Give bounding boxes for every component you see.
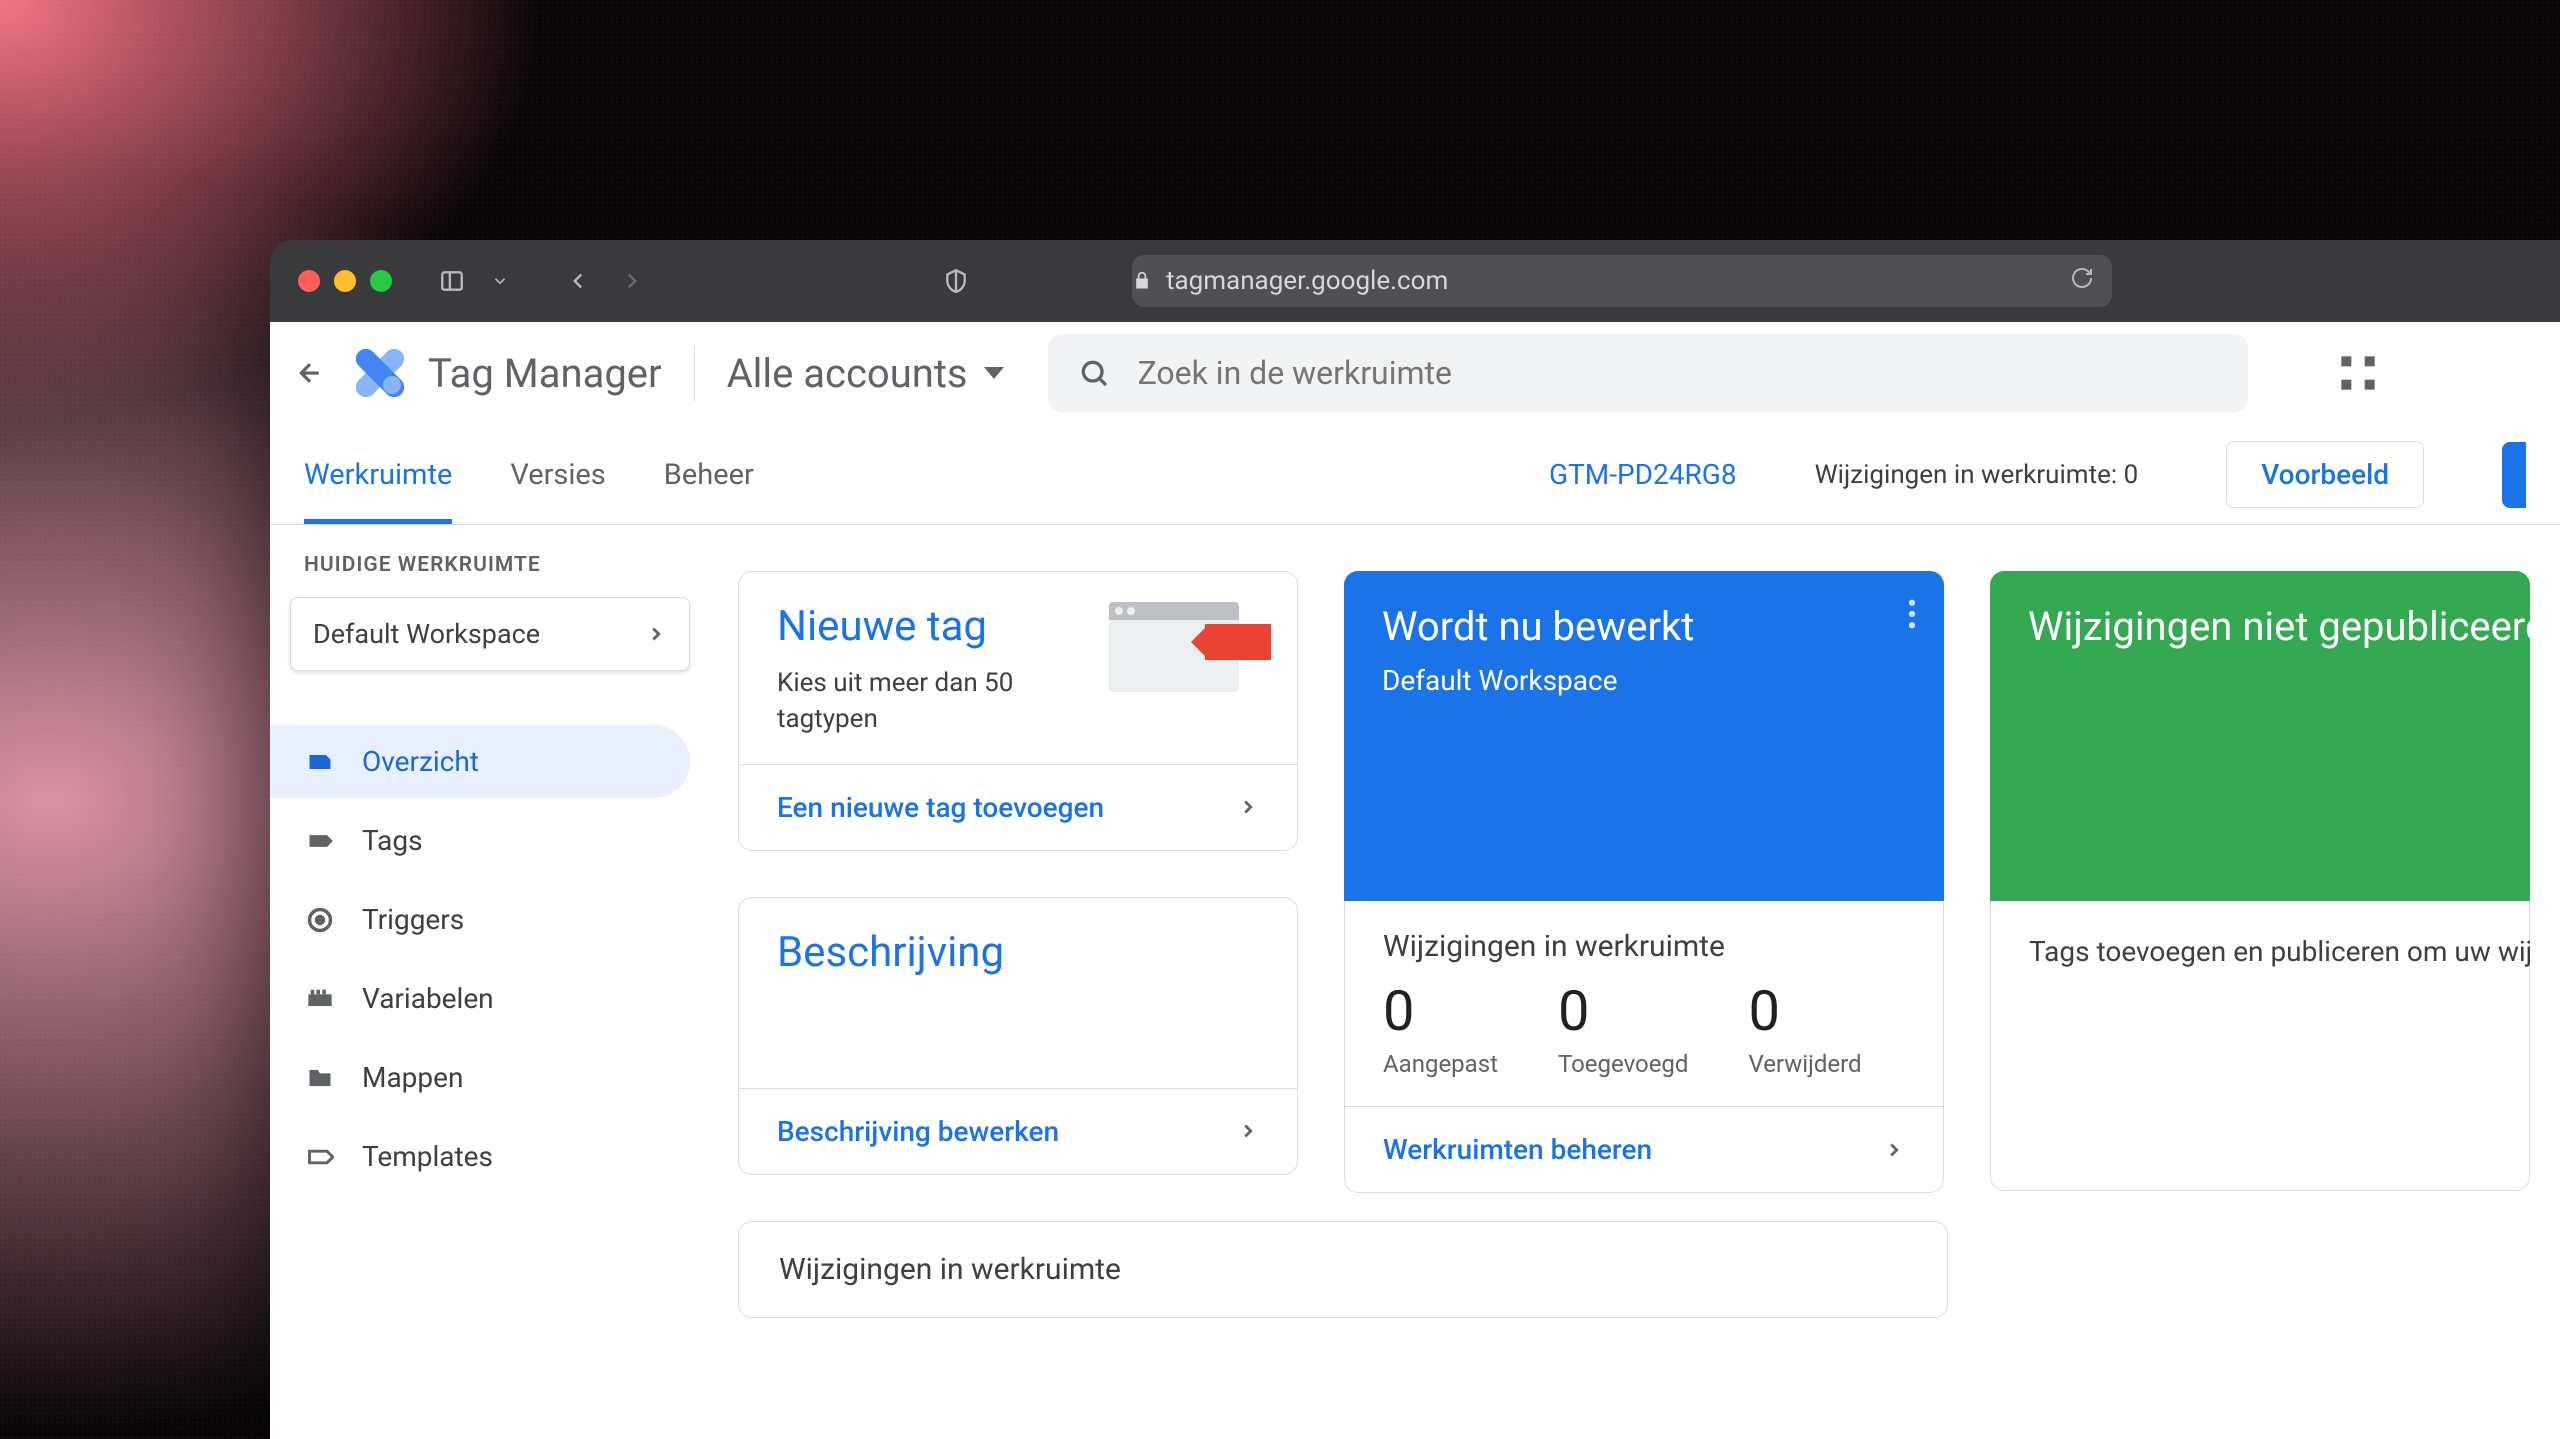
url-text: tagmanager.google.com	[1166, 266, 1448, 296]
action-label: Een nieuwe tag toevoegen	[777, 791, 1104, 824]
sidebar-item-label: Variabelen	[362, 982, 494, 1015]
reload-icon[interactable]	[2070, 266, 2094, 297]
stat-added: 0 Toegevoegd	[1558, 978, 1689, 1078]
stat-value: 0	[1558, 978, 1689, 1044]
action-label: Beschrijving bewerken	[777, 1115, 1059, 1148]
tag-illustration-icon	[1109, 602, 1259, 702]
chevron-right-icon	[1883, 1139, 1905, 1161]
search-bar[interactable]	[1048, 334, 2248, 412]
tab-row: Werkruimte Versies Beheer GTM-PD24RG8 Wi…	[270, 425, 2560, 525]
sidebar-nav: Overzicht Tags Triggers Variabelen	[270, 701, 710, 1193]
search-icon	[1078, 357, 1110, 389]
sidebar-item-label: Tags	[362, 824, 423, 857]
app-title: Tag Manager	[428, 350, 662, 397]
overview-icon	[304, 746, 336, 778]
stat-label: Verwijderd	[1748, 1050, 1861, 1078]
new-tag-card: Nieuwe tag Kies uit meer dan 50 tagtypen…	[738, 571, 1298, 851]
manage-workspaces-button[interactable]: Werkruimten beheren	[1345, 1106, 1943, 1192]
unpublished-body: Tags toevoegen en publiceren om uw wijzi…	[1991, 901, 2529, 1003]
sidebar-item-label: Templates	[362, 1140, 493, 1173]
sidebar-item-templates[interactable]: Templates	[270, 1120, 690, 1193]
sidebar-item-tags[interactable]: Tags	[270, 804, 690, 877]
stat-label: Toegevoegd	[1558, 1050, 1689, 1078]
sidebar: HUIDIGE WERKRUIMTE Default Workspace Ove…	[270, 525, 710, 1439]
workspace-name: Default Workspace	[313, 618, 540, 650]
app-root: Tag Manager Alle accounts Werkruimte Ver…	[270, 322, 2560, 1439]
shield-icon[interactable]	[938, 263, 974, 299]
tag-icon	[304, 825, 336, 857]
workspace-selector[interactable]: Default Workspace	[290, 597, 690, 671]
card-subtitle: Kies uit meer dan 50 tagtypen	[777, 665, 1089, 738]
sidebar-section-label: HUIDIGE WERKRUIMTE	[270, 553, 710, 597]
back-icon[interactable]	[560, 263, 596, 299]
tab-workspace[interactable]: Werkruimte	[304, 425, 452, 524]
minimize-window-icon[interactable]	[334, 270, 356, 292]
unpublished-card-wrapper: Wijzigingen niet gepubliceerd Tags toevo…	[1990, 571, 2530, 1191]
trigger-icon	[304, 904, 336, 936]
apps-grid-icon[interactable]	[2338, 353, 2378, 393]
stat-value: 0	[1748, 978, 1861, 1044]
chevron-right-icon	[1237, 1120, 1259, 1142]
template-icon	[304, 1141, 336, 1173]
stats-title: Wijzigingen in werkruimte	[1383, 929, 1905, 964]
browser-window: tagmanager.google.com Ta	[270, 240, 2560, 1439]
tab-versions[interactable]: Versies	[510, 425, 605, 524]
account-selector[interactable]: Alle accounts	[727, 350, 1004, 397]
card-title: Wijzigingen niet gepubliceerd	[2028, 603, 2492, 650]
card-title: Wordt nu bewerkt	[1382, 603, 1906, 650]
forward-icon	[614, 263, 650, 299]
sidebar-item-triggers[interactable]: Triggers	[270, 883, 690, 956]
editing-card: Wordt nu bewerkt Default Workspace	[1344, 571, 1944, 901]
tab-admin[interactable]: Beheer	[664, 425, 754, 524]
close-window-icon[interactable]	[298, 270, 320, 292]
stat-label: Aangepast	[1383, 1050, 1498, 1078]
sidebar-item-folders[interactable]: Mappen	[270, 1041, 690, 1114]
account-selector-label: Alle accounts	[727, 350, 968, 397]
chevron-right-icon	[1237, 796, 1259, 818]
folder-icon	[304, 1062, 336, 1094]
stat-value: 0	[1383, 978, 1498, 1044]
window-controls[interactable]	[298, 270, 392, 292]
edit-description-button[interactable]: Beschrijving bewerken	[739, 1088, 1297, 1174]
sidebar-item-overview[interactable]: Overzicht	[270, 725, 690, 798]
chevron-right-icon	[645, 623, 667, 645]
card-title: Beschrijving	[777, 928, 1259, 977]
chevron-down-icon[interactable]	[488, 263, 512, 299]
workspace-changes-count: Wijzigingen in werkruimte: 0	[1815, 460, 2139, 490]
app-header: Tag Manager Alle accounts	[270, 322, 2560, 425]
url-bar[interactable]: tagmanager.google.com	[1132, 255, 2112, 307]
add-tag-button[interactable]: Een nieuwe tag toevoegen	[739, 764, 1297, 850]
sidebar-item-label: Overzicht	[362, 745, 479, 778]
divider	[694, 345, 695, 401]
stat-deleted: 0 Verwijderd	[1748, 978, 1861, 1078]
container-id[interactable]: GTM-PD24RG8	[1549, 458, 1737, 491]
search-input[interactable]	[1138, 354, 2218, 392]
back-button[interactable]	[288, 351, 332, 395]
maximize-window-icon[interactable]	[370, 270, 392, 292]
card-title: Nieuwe tag	[777, 602, 1089, 651]
card-menu-button[interactable]	[1908, 599, 1916, 633]
variable-icon	[304, 983, 336, 1015]
editing-card-wrapper: Wordt nu bewerkt Default Workspace Wijzi…	[1344, 571, 1944, 1193]
card-subtitle: Default Workspace	[1382, 664, 1906, 697]
preview-button[interactable]: Voorbeeld	[2226, 441, 2424, 508]
description-card: Beschrijving Beschrijving bewerken	[738, 897, 1298, 1175]
sidebar-item-variables[interactable]: Variabelen	[270, 962, 690, 1035]
sidebar-item-label: Mappen	[362, 1061, 463, 1094]
browser-chrome: tagmanager.google.com	[270, 240, 2560, 322]
gtm-logo-icon	[352, 345, 408, 401]
action-label: Werkruimten beheren	[1383, 1133, 1652, 1166]
main-content: Nieuwe tag Kies uit meer dan 50 tagtypen…	[710, 525, 2560, 1439]
stat-modified: 0 Aangepast	[1383, 978, 1498, 1078]
sidebar-item-label: Triggers	[362, 903, 464, 936]
sidebar-toggle-icon[interactable]	[434, 263, 470, 299]
unpublished-card: Wijzigingen niet gepubliceerd	[1990, 571, 2530, 901]
submit-button[interactable]	[2502, 442, 2526, 508]
